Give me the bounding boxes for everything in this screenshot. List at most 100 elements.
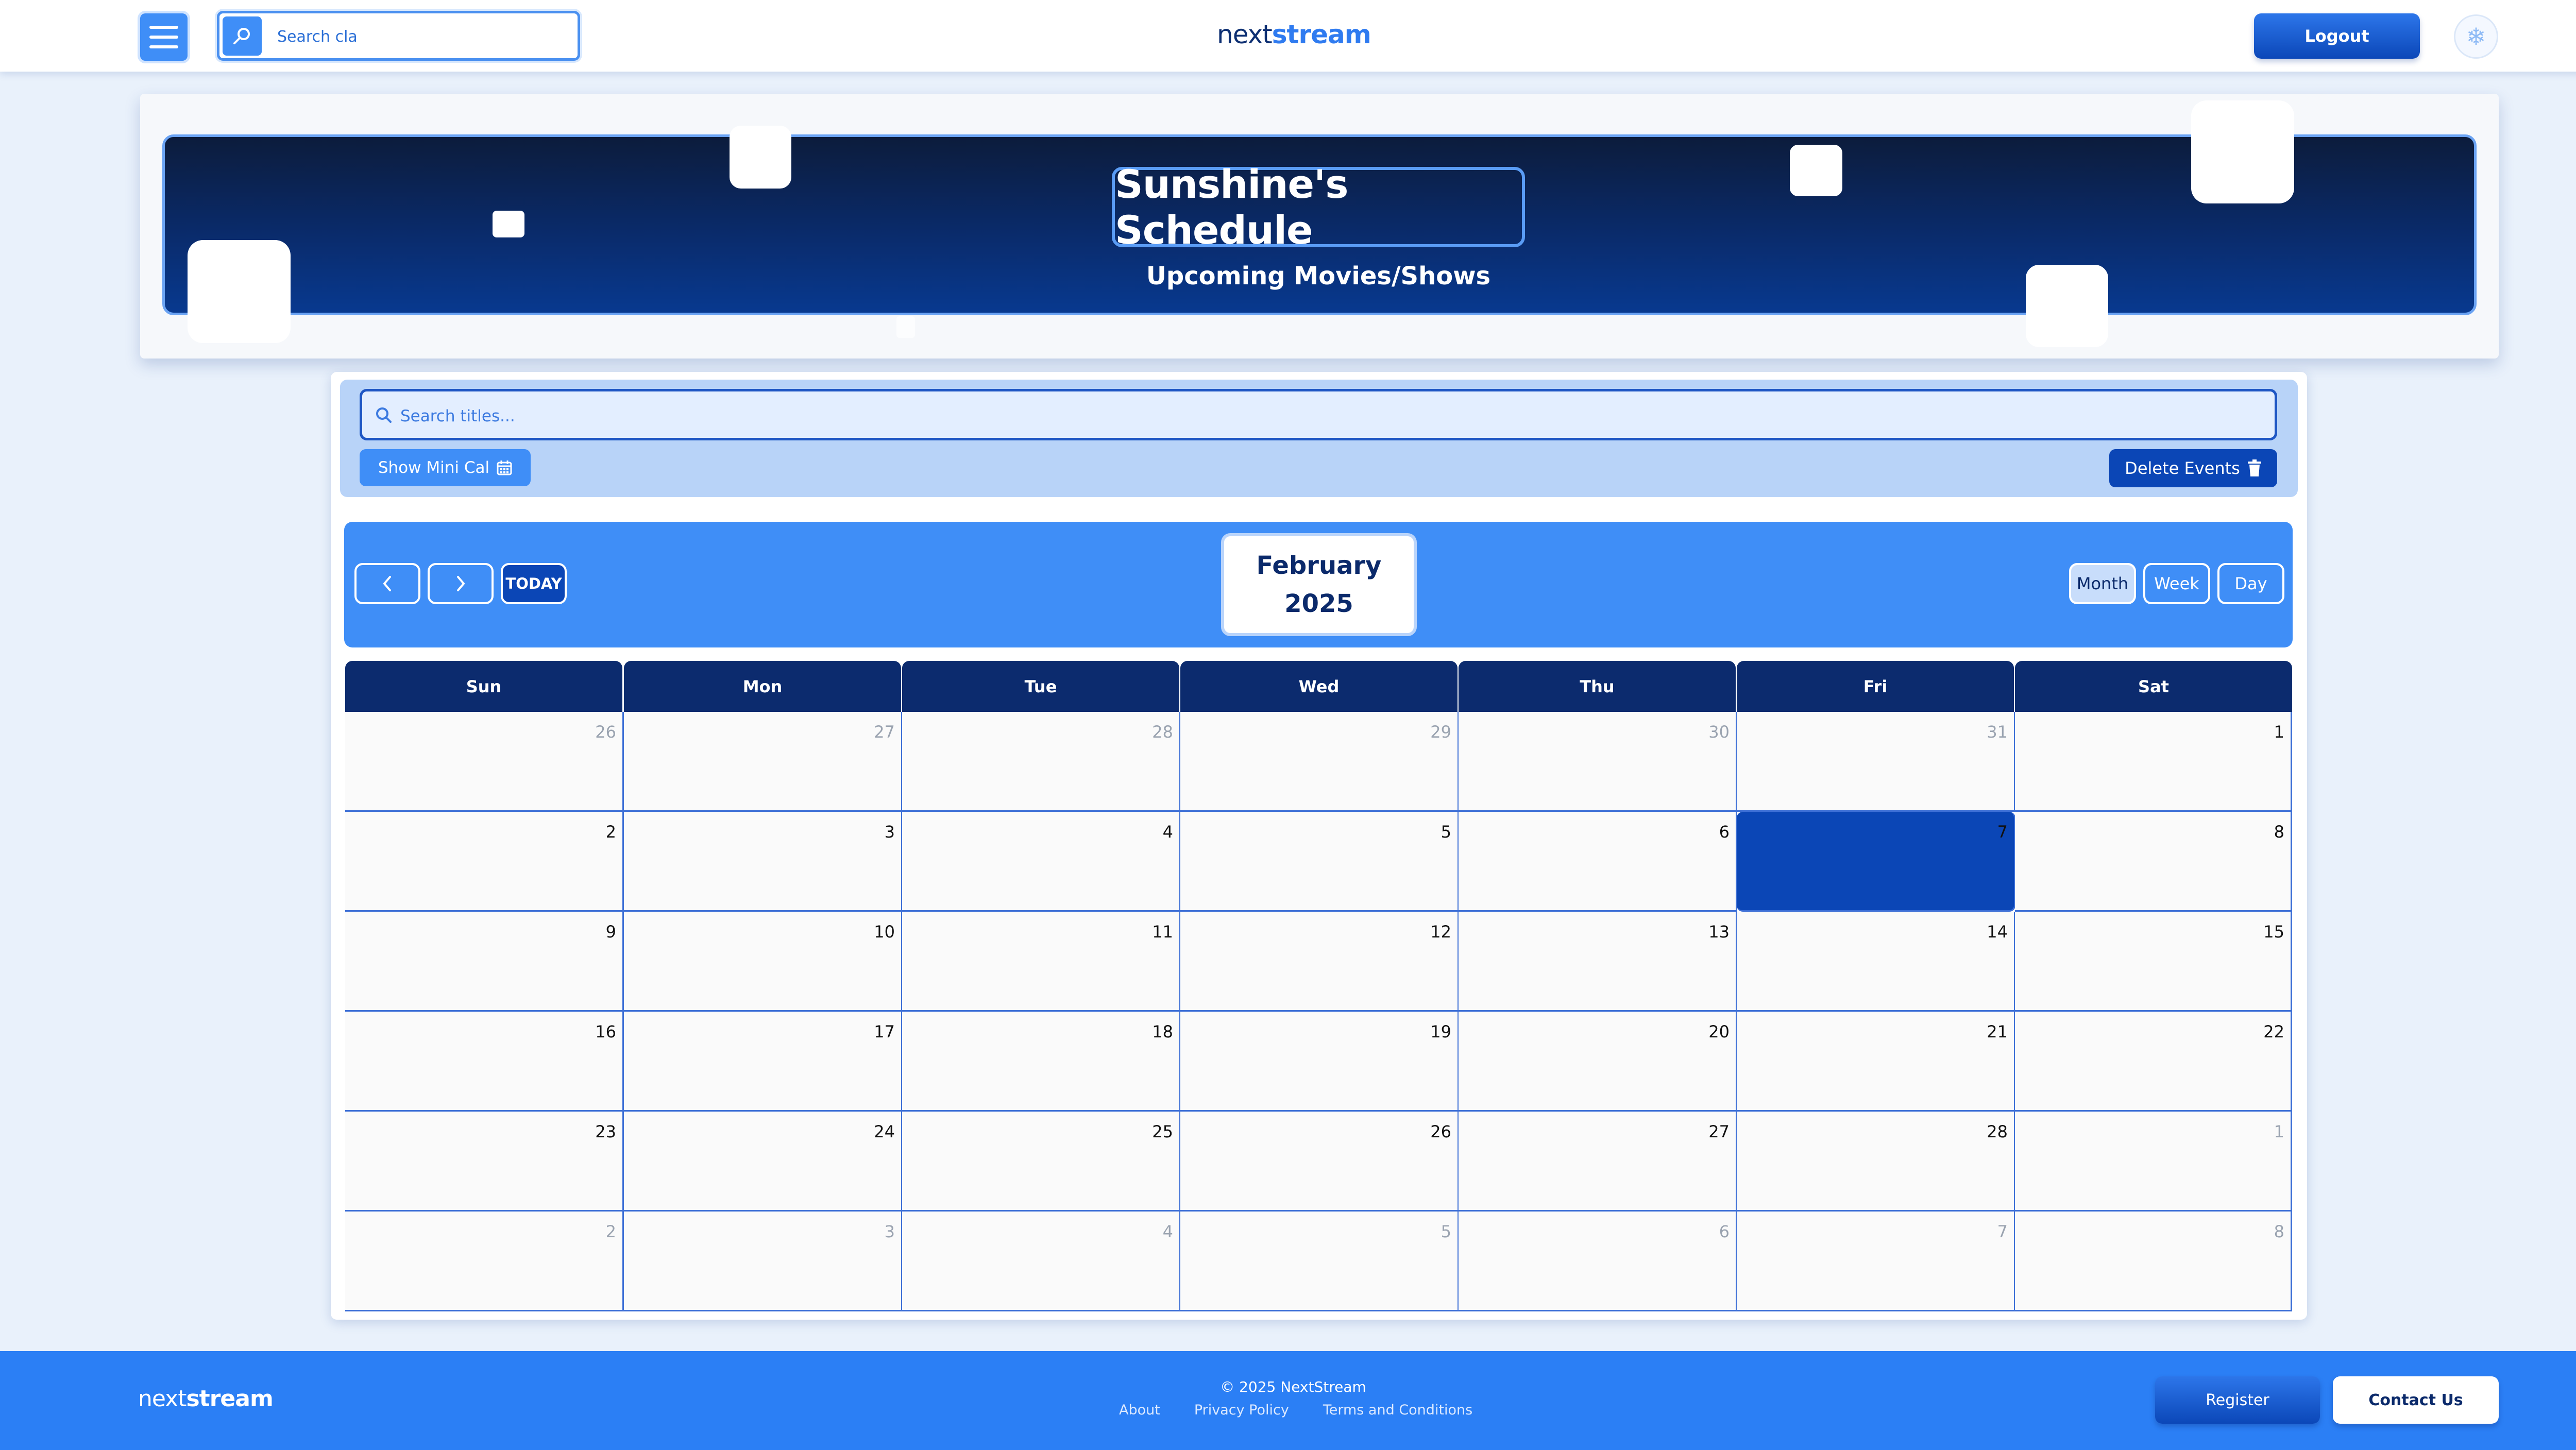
calendar-day[interactable]: 4 [902,1212,1181,1311]
day-number: 26 [1430,1122,1451,1141]
calendar-day[interactable]: 16 [345,1012,624,1112]
calendar-day[interactable]: 5 [1180,1212,1459,1311]
day-number: 4 [1162,1222,1173,1241]
global-search-input[interactable]: Search cla [217,11,580,61]
snowflake-icon[interactable]: ❄ [2454,14,2498,59]
logout-button[interactable]: Logout [2254,13,2420,59]
delete-events-button[interactable]: Delete Events [2109,449,2277,487]
calendar-day[interactable]: 14 [1737,912,2015,1012]
calendar-day[interactable]: 2 [345,812,624,912]
calendar-day[interactable]: 18 [902,1012,1181,1112]
footer-link-about[interactable]: About [1119,1402,1160,1421]
day-number: 27 [874,722,895,742]
calendar-day[interactable]: 28 [1737,1112,2015,1212]
contact-us-button[interactable]: Contact Us [2333,1376,2499,1424]
calendar-day[interactable]: 31 [1737,712,2015,812]
trash-icon [2247,459,2261,476]
weekday-header: Thu [1459,661,1736,712]
calendar-day[interactable]: 17 [624,1012,903,1112]
footer-link-privacy[interactable]: Privacy Policy [1194,1402,1289,1421]
calendar-day[interactable]: 6 [1459,1212,1737,1311]
calendar-day[interactable]: 28 [902,712,1181,812]
calendar-day[interactable]: 7 [1737,1212,2015,1311]
menu-icon-line [149,26,178,29]
brand-logo-part2: stream [1272,20,1371,49]
day-number: 2 [605,822,616,842]
decorative-square [730,126,791,189]
calendar-day[interactable]: 30 [1459,712,1737,812]
search-icon [223,16,262,56]
calendar-day[interactable]: 8 [2015,1212,2292,1311]
day-number: 7 [1997,1222,2008,1241]
next-month-button[interactable] [428,563,494,604]
calendar-day[interactable]: 6 [1459,812,1737,912]
show-mini-cal-button[interactable]: Show Mini Cal [360,449,531,486]
calendar-day[interactable]: 3 [624,812,903,912]
page-title: Sunshine's Schedule [1112,161,1525,253]
footer-brand-logo[interactable]: nextstream [138,1386,274,1412]
calendar-day[interactable]: 21 [1737,1012,2015,1112]
show-mini-cal-label: Show Mini Cal [378,458,490,477]
day-number: 8 [2274,822,2284,842]
day-number: 6 [1719,822,1730,842]
calendar-day[interactable]: 3 [624,1212,903,1311]
calendar-day[interactable]: 20 [1459,1012,1737,1112]
day-number: 28 [1987,1122,2008,1141]
decorative-square [493,211,524,237]
weekday-header: Fri [1737,661,2014,712]
calendar-day[interactable]: 25 [902,1112,1181,1212]
calendar-day[interactable]: 13 [1459,912,1737,1012]
day-number: 25 [1152,1122,1173,1141]
year-label: 2025 [1284,589,1353,618]
day-number: 3 [884,1222,895,1241]
calendar-day[interactable]: 8 [2015,812,2292,912]
footer-link-terms[interactable]: Terms and Conditions [1323,1402,1472,1421]
day-number: 18 [1152,1022,1173,1042]
footer-brand-part1: next [138,1386,187,1412]
day-number: 28 [1152,722,1173,742]
decorative-square [2026,265,2108,347]
title-search-input[interactable]: Search titles... [360,389,2277,440]
calendar-day[interactable]: 22 [2015,1012,2292,1112]
calendar-day[interactable]: 4 [902,812,1181,912]
brand-logo[interactable]: nextstream [1217,20,1371,49]
month-name: February [1256,551,1382,580]
view-month-button[interactable]: Month [2069,563,2136,604]
calendar-day[interactable]: 27 [624,712,903,812]
calendar-day[interactable]: 23 [345,1112,624,1212]
calendar-day[interactable]: 26 [1180,1112,1459,1212]
day-number: 2 [605,1222,616,1241]
day-number: 20 [1708,1022,1730,1042]
day-number: 1 [2274,1122,2284,1141]
calendar-day[interactable]: 10 [624,912,903,1012]
calendar-day[interactable]: 5 [1180,812,1459,912]
calendar-day-today[interactable]: 7 [1737,812,2015,912]
decorative-square [896,316,915,338]
calendar-day[interactable]: 2 [345,1212,624,1311]
calendar-day[interactable]: 15 [2015,912,2292,1012]
day-number: 24 [874,1122,895,1141]
view-day-button[interactable]: Day [2217,563,2284,604]
day-number: 21 [1987,1022,2008,1042]
calendar-day[interactable]: 1 [2015,1112,2292,1212]
calendar-day[interactable]: 19 [1180,1012,1459,1112]
calendar-day[interactable]: 29 [1180,712,1459,812]
previous-month-button[interactable] [354,563,420,604]
day-number: 13 [1708,922,1730,942]
day-number: 10 [874,922,895,942]
calendar-day[interactable]: 26 [345,712,624,812]
calendar-day[interactable]: 24 [624,1112,903,1212]
register-button[interactable]: Register [2155,1376,2320,1424]
hamburger-menu-button[interactable] [140,13,188,61]
page-subtitle: Upcoming Movies/Shows [1146,262,1491,291]
search-icon [376,407,392,423]
calendar-day[interactable]: 11 [902,912,1181,1012]
calendar-day[interactable]: 9 [345,912,624,1012]
day-number: 3 [884,822,895,842]
calendar-day[interactable]: 27 [1459,1112,1737,1212]
calendar-day[interactable]: 1 [2015,712,2292,812]
view-week-button[interactable]: Week [2143,563,2210,604]
calendar-day[interactable]: 12 [1180,912,1459,1012]
today-button[interactable]: TODAY [501,563,567,604]
day-number: 31 [1987,722,2008,742]
